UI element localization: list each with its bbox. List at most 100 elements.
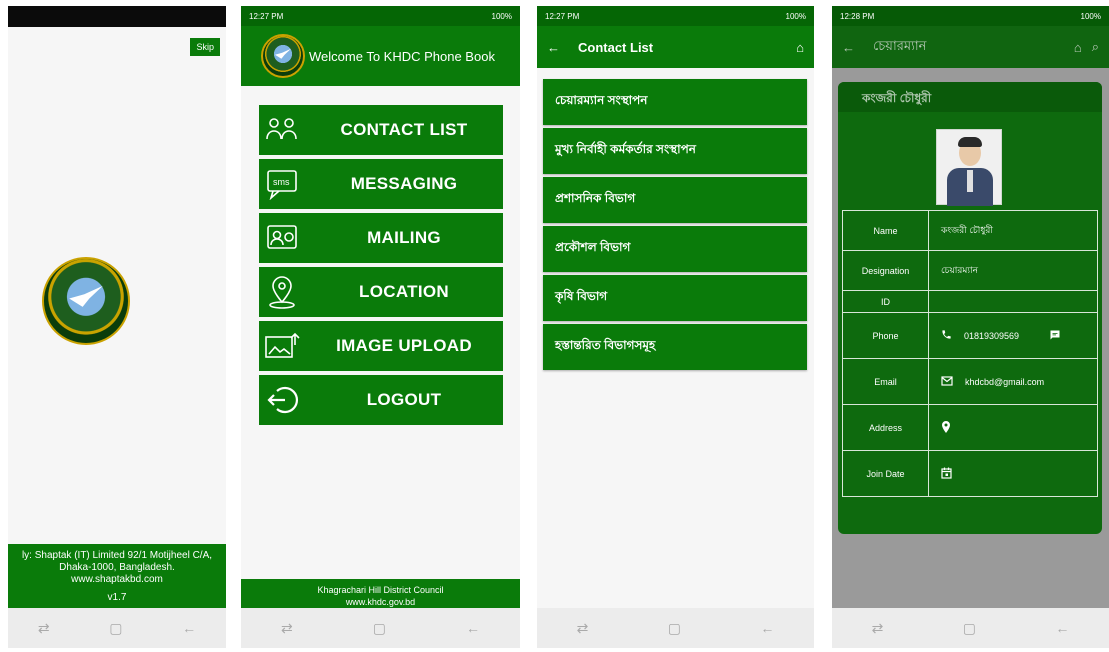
menu-label: MESSAGING xyxy=(350,174,458,193)
contact-photo xyxy=(936,129,1002,206)
system-nav-bar: ⇄ ▢ ← xyxy=(241,608,520,648)
app-bar: ← চেয়ারম্যান ⌂ ⌕ xyxy=(832,26,1109,68)
recents-icon[interactable]: ⇄ xyxy=(872,620,884,637)
contacts-icon xyxy=(259,108,305,152)
table-row: Phone 01819309569 xyxy=(842,312,1098,359)
menu-location-button[interactable]: LOCATION xyxy=(259,267,503,317)
status-battery: 100% xyxy=(1080,11,1101,21)
home-nav-icon[interactable]: ▢ xyxy=(109,620,122,637)
home-screen: 12:27 PM 100% Welcome To KHDC Phone Book… xyxy=(241,6,520,648)
status-time: 12:28 PM xyxy=(840,11,875,21)
home-nav-icon[interactable]: ▢ xyxy=(963,620,976,637)
list-item[interactable]: চেয়ারম্যান সংস্থাপন xyxy=(543,79,807,125)
table-row: Email khdcbd@gmail.com xyxy=(842,358,1098,405)
contact-list-screen: 12:27 PM 100% ← Contact List ⌂ চেয়ারম্য… xyxy=(537,6,814,648)
table-row: ID xyxy=(842,290,1098,313)
menu-image-upload-button[interactable]: IMAGE UPLOAD xyxy=(259,321,503,371)
location-pin-icon xyxy=(259,270,305,314)
table-row: Designation চেয়ারম্যান xyxy=(842,250,1098,291)
menu-messaging-button[interactable]: sms MESSAGING xyxy=(259,159,503,209)
email-address[interactable]: khdcbd@gmail.com xyxy=(965,377,1044,387)
contact-card: কংজরী চৌধুরী Name কংজরী চৌধুরী Designati… xyxy=(838,82,1102,534)
row-value: চেয়ারম্যান xyxy=(928,250,1098,291)
back-arrow-icon[interactable]: ← xyxy=(842,40,855,55)
row-key: ID xyxy=(842,290,929,313)
table-row: Join Date xyxy=(842,450,1098,497)
list-item[interactable]: মুখ্য নির্বাহী কর্মকর্তার সংস্থাপন xyxy=(543,128,807,174)
recents-icon[interactable]: ⇄ xyxy=(38,620,50,637)
back-icon[interactable]: ← xyxy=(1055,620,1069,636)
menu-label: IMAGE UPLOAD xyxy=(336,336,472,355)
status-battery: 100% xyxy=(491,11,512,21)
contact-detail-screen: 12:28 PM 100% ← চেয়ারম্যান ⌂ ⌕ কংজরী চৌ… xyxy=(832,6,1109,648)
svg-text:sms: sms xyxy=(273,177,290,187)
list-item[interactable]: প্রকৌশল বিভাগ xyxy=(543,226,807,272)
status-bar xyxy=(8,6,226,27)
image-upload-icon xyxy=(259,324,305,368)
back-icon[interactable]: ← xyxy=(760,620,774,636)
back-arrow-icon[interactable]: ← xyxy=(547,40,560,55)
menu-label: LOGOUT xyxy=(366,390,442,409)
back-icon[interactable]: ← xyxy=(466,620,480,636)
menu-label: MAILING xyxy=(367,228,441,247)
sms-icon: sms xyxy=(259,162,305,206)
card-title: কংজরী চৌধুরী xyxy=(838,82,1102,112)
table-row: Address xyxy=(842,404,1098,451)
list-item[interactable]: প্রশাসনিক বিভাগ xyxy=(543,177,807,223)
menu-mailing-button[interactable]: MAILING xyxy=(259,213,503,263)
search-icon[interactable]: ⌕ xyxy=(1092,39,1099,55)
home-icon[interactable]: ⌂ xyxy=(1074,40,1082,55)
department-list: চেয়ারম্যান সংস্থাপন মুখ্য নির্বাহী কর্ম… xyxy=(543,79,807,373)
footer-line: Khagrachari Hill District Council xyxy=(317,585,444,595)
khdc-logo-icon xyxy=(42,257,130,345)
status-bar: 12:27 PM 100% xyxy=(241,6,520,26)
row-value xyxy=(928,290,1098,313)
mail-icon xyxy=(259,216,305,260)
contact-details-table: Name কংজরী চৌধুরী Designation চেয়ারম্যা… xyxy=(842,210,1098,497)
phone-number[interactable]: 01819309569 xyxy=(964,331,1019,341)
list-item[interactable]: কৃষি বিভাগ xyxy=(543,275,807,321)
footer-line: ly: Shaptak (IT) Limited 92/1 Motijheel … xyxy=(21,550,213,561)
message-icon[interactable] xyxy=(1049,329,1061,343)
main-menu: CONTACT LIST sms MESSAGING MAILING LOCAT… xyxy=(259,105,503,429)
row-value: কংজরী চৌধুরী xyxy=(928,210,1098,251)
version-label: v1.7 xyxy=(107,592,127,603)
status-bar: 12:28 PM 100% xyxy=(832,6,1109,26)
system-nav-bar: ⇄ ▢ ← xyxy=(8,608,226,648)
email-icon[interactable] xyxy=(941,375,953,388)
location-pin-icon xyxy=(941,420,951,435)
status-time: 12:27 PM xyxy=(249,11,284,21)
footer-line: Dhaka-1000, Bangladesh. xyxy=(59,562,175,573)
footer-line: www.shaptakbd.com xyxy=(71,574,163,585)
menu-label: LOCATION xyxy=(359,282,449,301)
system-nav-bar: ⇄ ▢ ← xyxy=(832,608,1109,648)
row-key: Address xyxy=(842,404,929,451)
recents-icon[interactable]: ⇄ xyxy=(577,620,589,637)
menu-contact-list-button[interactable]: CONTACT LIST xyxy=(259,105,503,155)
page-title: Contact List xyxy=(578,39,654,55)
page-title: চেয়ারম্যান xyxy=(873,37,927,53)
footer-link[interactable]: www.khdc.gov.bd xyxy=(241,596,520,608)
back-icon[interactable]: ← xyxy=(182,620,196,636)
row-key: Join Date xyxy=(842,450,929,497)
home-icon[interactable]: ⌂ xyxy=(796,40,804,55)
splash-screen: Skip ly: Shaptak (IT) Limited 92/1 Motij… xyxy=(8,6,226,648)
menu-label: CONTACT LIST xyxy=(340,120,468,139)
row-key: Designation xyxy=(842,250,929,291)
row-key: Email xyxy=(842,358,929,405)
list-item[interactable]: হস্তান্তরিত বিভাগসমূহ xyxy=(543,324,807,370)
phone-icon[interactable] xyxy=(941,329,952,342)
recents-icon[interactable]: ⇄ xyxy=(281,620,293,637)
status-battery: 100% xyxy=(785,11,806,21)
skip-button[interactable]: Skip xyxy=(190,38,220,56)
home-nav-icon[interactable]: ▢ xyxy=(668,620,681,637)
row-key: Phone xyxy=(842,312,929,359)
home-header: Welcome To KHDC Phone Book xyxy=(241,26,520,86)
status-bar: 12:27 PM 100% xyxy=(537,6,814,26)
logout-icon xyxy=(259,378,305,422)
calendar-icon xyxy=(941,467,952,481)
menu-logout-button[interactable]: LOGOUT xyxy=(259,375,503,425)
status-time: 12:27 PM xyxy=(545,11,580,21)
home-nav-icon[interactable]: ▢ xyxy=(373,620,386,637)
row-key: Name xyxy=(842,210,929,251)
